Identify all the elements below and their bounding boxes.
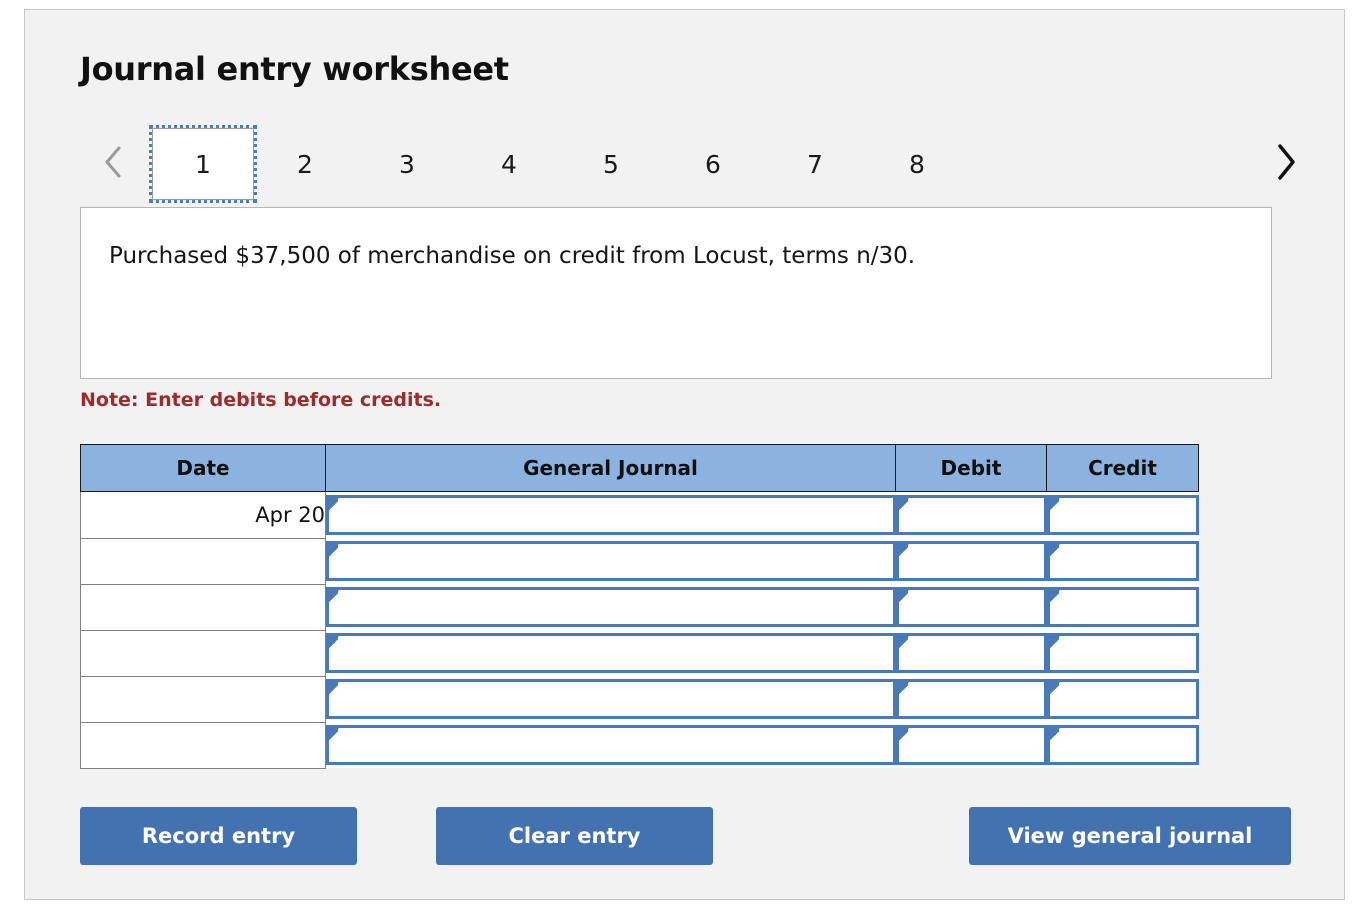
tab-7[interactable]: 7	[764, 128, 866, 200]
debit-input[interactable]	[895, 725, 1047, 765]
tab-strip: 1 2 3 4 5 6 7 8	[72, 120, 1307, 208]
general-journal-input-cell	[325, 630, 896, 676]
debit-input[interactable]	[895, 633, 1047, 673]
journal-entry-table: Date General Journal Debit Credit Apr 20	[80, 444, 1199, 769]
general-journal-input-cell	[325, 584, 896, 630]
table-header-row: Date General Journal Debit Credit	[80, 444, 1199, 492]
tab-5[interactable]: 5	[560, 128, 662, 200]
tab-label: 1	[195, 149, 211, 179]
next-page-button[interactable]	[1269, 138, 1303, 186]
tab-label: 8	[909, 149, 925, 179]
credit-input-cell	[1046, 584, 1199, 630]
credit-input[interactable]	[1046, 633, 1199, 673]
debit-input[interactable]	[895, 541, 1047, 581]
transaction-description-box: Purchased $37,500 of merchandise on cred…	[80, 207, 1272, 379]
chevron-left-icon	[105, 146, 121, 178]
debit-input-cell	[895, 630, 1047, 676]
date-cell[interactable]	[80, 537, 326, 585]
column-header-date: Date	[80, 444, 326, 492]
credit-input-cell	[1046, 722, 1199, 768]
general-journal-input-cell	[325, 722, 896, 768]
tab-label: 3	[399, 149, 415, 179]
debit-input[interactable]	[895, 679, 1047, 719]
general-journal-input[interactable]	[326, 587, 896, 627]
tab-label: 2	[297, 149, 313, 179]
credit-input[interactable]	[1046, 541, 1199, 581]
tab-label: 5	[603, 149, 619, 179]
credit-input[interactable]	[1046, 725, 1199, 765]
date-cell[interactable]	[80, 721, 326, 769]
credit-input[interactable]	[1046, 679, 1199, 719]
debit-input[interactable]	[895, 587, 1047, 627]
column-header-general-journal: General Journal	[325, 444, 896, 492]
tab-8[interactable]: 8	[866, 128, 968, 200]
table-row	[80, 583, 1199, 631]
date-cell[interactable]	[80, 583, 326, 631]
debit-input-cell	[895, 722, 1047, 768]
debit-input-cell	[895, 491, 1047, 538]
column-header-credit: Credit	[1046, 444, 1199, 492]
table-row	[80, 721, 1199, 769]
credit-input[interactable]	[1046, 587, 1199, 627]
credit-input-cell	[1046, 676, 1199, 722]
record-entry-button[interactable]: Record entry	[80, 807, 357, 865]
tab-2[interactable]: 2	[254, 128, 356, 200]
debit-input-cell	[895, 538, 1047, 584]
worksheet-panel: Journal entry worksheet 1 2 3 4 5 6 7 8 Purchas…	[24, 9, 1345, 900]
debit-input[interactable]	[895, 495, 1047, 535]
general-journal-input[interactable]	[326, 679, 896, 719]
debit-input-cell	[895, 584, 1047, 630]
table-row	[80, 537, 1199, 585]
prev-page-button[interactable]	[96, 138, 130, 186]
debits-before-credits-note: Note: Enter debits before credits.	[80, 389, 442, 411]
tab-3[interactable]: 3	[356, 128, 458, 200]
table-row: Apr 20	[80, 491, 1199, 539]
transaction-description-text: Purchased $37,500 of merchandise on cred…	[109, 243, 916, 269]
table-row	[80, 675, 1199, 723]
table-row	[80, 629, 1199, 677]
tab-label: 6	[705, 149, 721, 179]
general-journal-input[interactable]	[326, 633, 896, 673]
view-general-journal-button[interactable]: View general journal	[969, 807, 1291, 865]
credit-input-cell	[1046, 630, 1199, 676]
tab-4[interactable]: 4	[458, 128, 560, 200]
general-journal-input-cell	[325, 538, 896, 584]
credit-input[interactable]	[1046, 495, 1199, 535]
date-cell[interactable]	[80, 629, 326, 677]
tab-label: 4	[501, 149, 517, 179]
column-header-debit: Debit	[895, 444, 1047, 492]
tab-label: 7	[807, 149, 823, 179]
general-journal-input-cell	[325, 491, 896, 538]
general-journal-input[interactable]	[326, 495, 896, 535]
tab-6[interactable]: 6	[662, 128, 764, 200]
general-journal-input[interactable]	[326, 541, 896, 581]
credit-input-cell	[1046, 491, 1199, 538]
date-cell[interactable]: Apr 20	[80, 491, 326, 539]
general-journal-input-cell	[325, 676, 896, 722]
tab-1[interactable]: 1	[149, 125, 257, 203]
date-cell[interactable]	[80, 675, 326, 723]
page-title: Journal entry worksheet	[80, 50, 509, 88]
debit-input-cell	[895, 676, 1047, 722]
chevron-right-icon	[1278, 144, 1295, 180]
general-journal-input[interactable]	[326, 725, 896, 765]
clear-entry-button[interactable]: Clear entry	[436, 807, 713, 865]
credit-input-cell	[1046, 538, 1199, 584]
